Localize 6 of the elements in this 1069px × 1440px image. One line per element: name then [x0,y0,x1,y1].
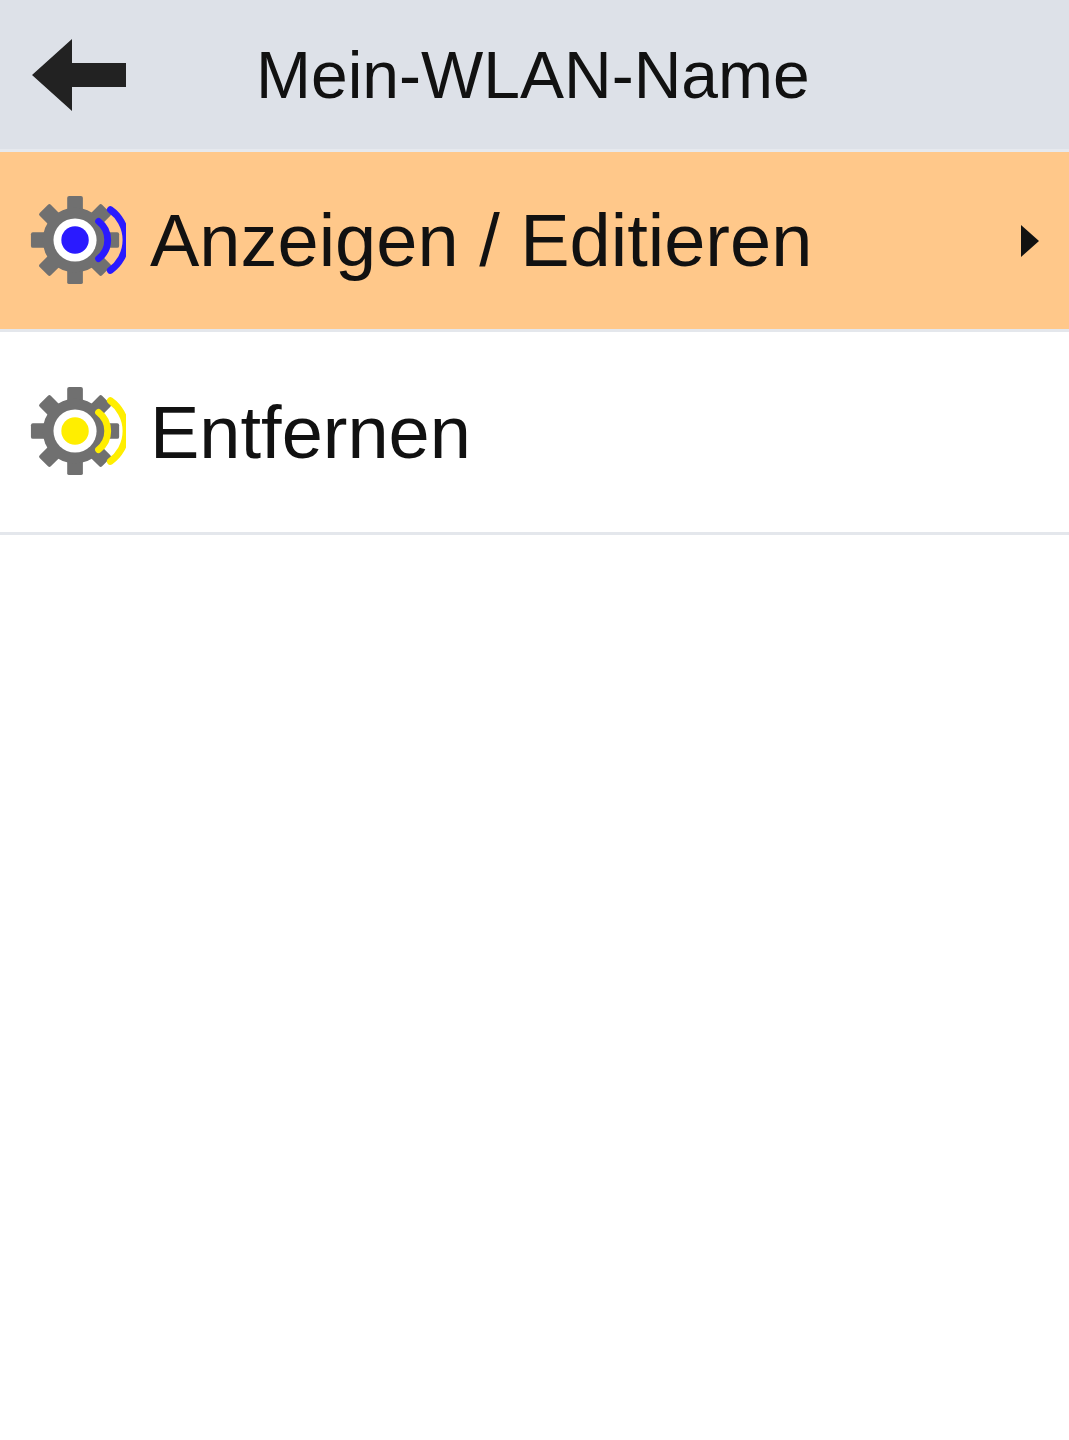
menu-item-label: Entfernen [150,389,472,475]
network-title: Mein-WLAN-Name [256,36,810,113]
back-arrow-icon [32,38,128,111]
menu-item-label: Anzeigen / Editieren [150,198,814,283]
back-button[interactable] [32,38,128,111]
menu-item[interactable]: Anzeigen / Editieren [0,152,1069,332]
